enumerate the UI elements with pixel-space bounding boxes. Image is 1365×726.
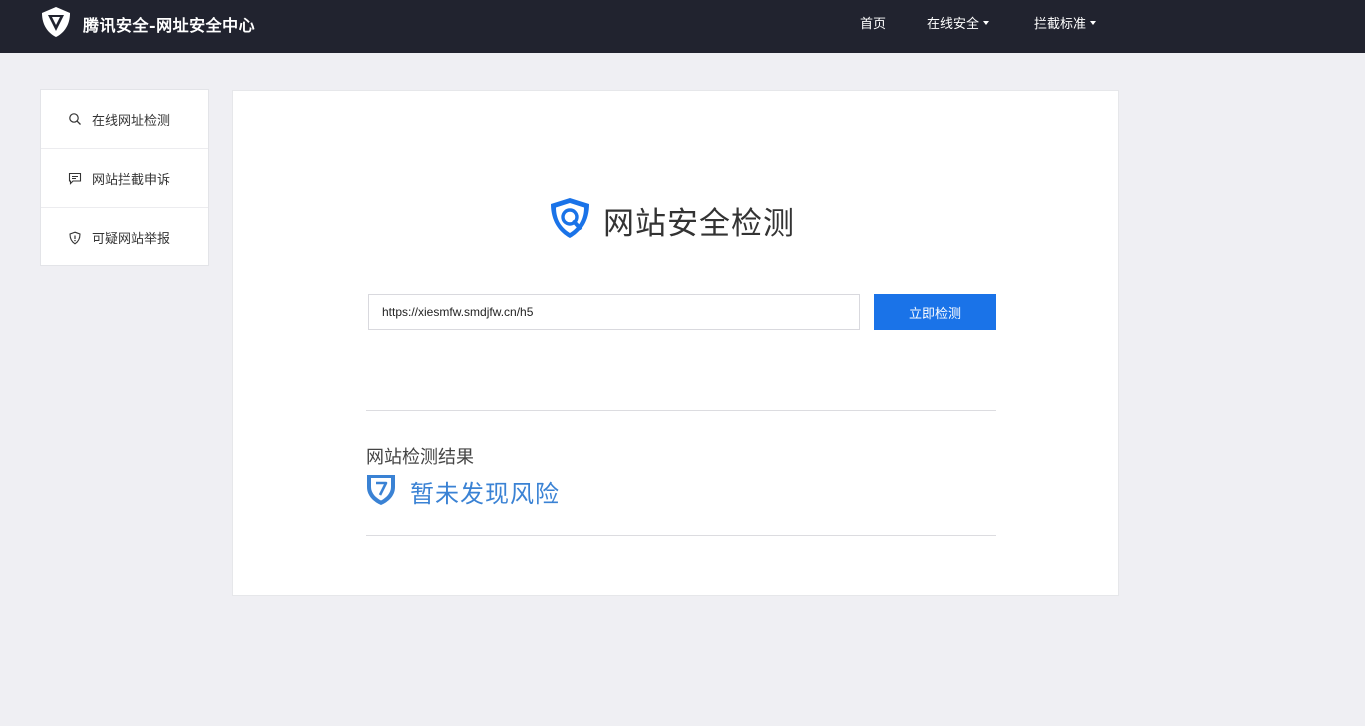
top-navbar: 腾讯安全-网址安全中心 首页 在线安全 拦截标准 [0,0,1365,53]
page-heading: 网站安全检测 [547,195,795,245]
sidebar-item-url-check[interactable]: 在线网址检测 [41,90,208,149]
sidebar-item-label: 可疑网站举报 [92,232,171,247]
page-title: 网站安全检测 [603,205,795,242]
brand-name: 腾讯安全-网址安全中心 [83,16,256,35]
main-panel: 网站安全检测 立即检测 网站检测结果 暂未发现风险 [232,90,1119,596]
divider [366,535,996,536]
nav-online-security-label: 在线安全 [927,17,980,32]
result-text: 暂未发现风险 [410,479,560,508]
sidebar-item-appeal[interactable]: 网站拦截申诉 [41,149,208,208]
divider [366,410,996,411]
safe-shield-icon [366,472,396,510]
nav-home[interactable]: 首页 [860,13,886,32]
sidebar-item-label: 网站拦截申诉 [92,172,171,188]
sidebar: 在线网址检测 网站拦截申诉 可疑网站举报 [40,89,209,266]
brand[interactable]: 腾讯安全-网址安全中心 [39,5,255,43]
caret-down-icon [983,20,990,25]
nav-home-label: 首页 [860,17,887,32]
nav-block-standards[interactable]: 拦截标准 [1034,13,1097,32]
security-check-logo-icon [547,195,593,245]
sidebar-item-report[interactable]: 可疑网站举报 [41,208,208,267]
caret-down-icon [1090,20,1097,25]
message-icon [68,171,82,185]
tencent-security-logo-icon [39,5,73,43]
url-input[interactable] [368,294,860,330]
sidebar-item-label: 在线网址检测 [92,113,171,129]
result-status: 暂未发现风险 [366,472,560,510]
nav-block-standards-label: 拦截标准 [1034,17,1087,32]
search-icon [68,112,82,126]
shield-icon [68,231,82,245]
check-now-button[interactable]: 立即检测 [874,294,996,330]
result-title: 网站检测结果 [366,447,474,468]
nav-online-security[interactable]: 在线安全 [927,13,990,32]
